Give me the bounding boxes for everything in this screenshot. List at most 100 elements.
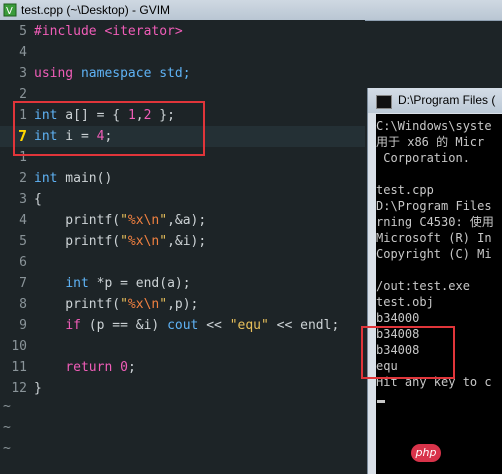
code-line[interactable]: 2 int main() [0, 168, 365, 189]
title-bar[interactable]: V test.cpp (~\Desktop) - GVIM [0, 0, 502, 21]
console-line: Corporation. [376, 151, 470, 165]
console-output[interactable]: C:\Windows\syste 用于 x86 的 Micr Corporatio… [376, 114, 502, 474]
code-token: " [159, 234, 168, 249]
code-line[interactable]: 4 [0, 42, 365, 63]
console-line: Microsoft (R) In [376, 231, 492, 245]
console-line: Copyright (C) Mi [376, 247, 492, 261]
code-token: "equ" [229, 318, 269, 333]
console-line: 用于 x86 的 Micr [376, 135, 485, 149]
gvim-app-icon: V [3, 3, 17, 17]
code-token: if [65, 318, 81, 333]
code-text: return 0; [34, 357, 136, 378]
code-token: int [65, 276, 89, 291]
console-line: test.cpp [376, 183, 434, 197]
console-line: D:\Program Files [376, 199, 492, 213]
code-token: { [34, 192, 42, 207]
code-line[interactable]: 8 printf("%x\n",p); [0, 294, 365, 315]
code-token: ,&a); [167, 213, 207, 228]
code-token: " [120, 297, 128, 312]
empty-line-tilde: ~ [3, 441, 11, 456]
code-token: << endl; [268, 318, 340, 333]
code-token: std; [159, 66, 191, 81]
console-line: b34000 [376, 311, 420, 325]
line-number: 11 [11, 360, 27, 375]
line-number: 4 [19, 213, 27, 228]
console-icon [376, 95, 392, 109]
code-line[interactable]: 11 return 0; [0, 357, 365, 378]
empty-line-tilde: ~ [3, 420, 11, 435]
code-text: #include <iterator> [34, 21, 183, 42]
code-text: int *p = end(a); [34, 273, 191, 294]
code-token: ,&i); [167, 234, 207, 249]
code-token: " [159, 297, 168, 312]
code-token: << [198, 318, 230, 333]
line-number: 7 [19, 276, 27, 291]
code-token: %x\n [127, 213, 160, 228]
code-token: %x\n [127, 234, 160, 249]
code-token: " [120, 213, 128, 228]
window-title: test.cpp (~\Desktop) - GVIM [21, 3, 171, 17]
code-text: using namespace std; [34, 63, 191, 84]
line-number: 6 [19, 255, 27, 270]
code-text: printf("%x\n",p); [34, 294, 198, 315]
empty-line-tilde: ~ [3, 399, 11, 414]
code-token: " [159, 213, 168, 228]
console-title-bar[interactable]: D:\Program Files ( [368, 88, 502, 113]
code-line[interactable]: 5 printf("%x\n",&i); [0, 231, 365, 252]
php-watermark-logo: php [411, 444, 441, 462]
code-token: printf( [34, 213, 121, 228]
code-token: cout [167, 318, 199, 333]
console-cursor [377, 400, 385, 403]
line-number: 3 [19, 66, 27, 81]
code-line[interactable]: 3 using namespace std; [0, 63, 365, 84]
code-token: 0 [120, 360, 128, 375]
line-number: 10 [11, 339, 27, 354]
line-number: 3 [19, 192, 27, 207]
code-token: (p == &i) [80, 318, 168, 333]
line-number: 9 [19, 318, 27, 333]
console-line: test.obj [376, 295, 434, 309]
code-token: #include <iterator> [34, 24, 183, 39]
code-token: printf( [34, 297, 121, 312]
line-number: 8 [19, 297, 27, 312]
console-line: C:\Windows\syste [376, 119, 492, 133]
code-token: %x\n [127, 297, 160, 312]
code-text: printf("%x\n",&a); [34, 210, 206, 231]
code-line[interactable]: 4 printf("%x\n",&a); [0, 210, 365, 231]
code-token: printf( [34, 234, 121, 249]
code-token: main() [57, 171, 113, 186]
code-text: int main() [34, 168, 112, 189]
code-token: return [65, 360, 113, 375]
code-line[interactable]: 6 [0, 252, 365, 273]
code-token: namespace [73, 66, 160, 81]
console-line: rning C4530: 使用 [376, 215, 494, 229]
code-line[interactable]: 3{ [0, 189, 365, 210]
svg-text:V: V [6, 6, 13, 17]
code-text: printf("%x\n",&i); [34, 231, 206, 252]
code-line[interactable]: 9 if (p == &i) cout << "equ" << endl; [0, 315, 365, 336]
code-line[interactable]: 7 int *p = end(a); [0, 273, 365, 294]
code-line[interactable]: 5 #include <iterator> [0, 21, 365, 42]
highlight-box-output [361, 326, 455, 379]
code-token: int [34, 171, 58, 186]
code-token: ; [127, 360, 136, 375]
code-text: if (p == &i) cout << "equ" << endl; [34, 315, 339, 336]
code-token: using [34, 66, 74, 81]
code-line[interactable]: 10 [0, 336, 365, 357]
code-token: *p = end(a); [88, 276, 191, 291]
code-line[interactable]: 12} [0, 378, 365, 399]
editor-area[interactable]: 5 #include <iterator> 4 3 using namespace st… [0, 20, 365, 474]
code-token: ,p); [167, 297, 199, 312]
code-token: } [34, 381, 42, 396]
code-text: { [34, 189, 42, 210]
console-line: /out:test.exe [376, 279, 470, 293]
line-number: 12 [11, 381, 27, 396]
line-number: 2 [19, 171, 27, 186]
line-number: 5 [19, 24, 27, 39]
highlight-box-declarations [13, 101, 205, 156]
code-token: " [120, 234, 128, 249]
